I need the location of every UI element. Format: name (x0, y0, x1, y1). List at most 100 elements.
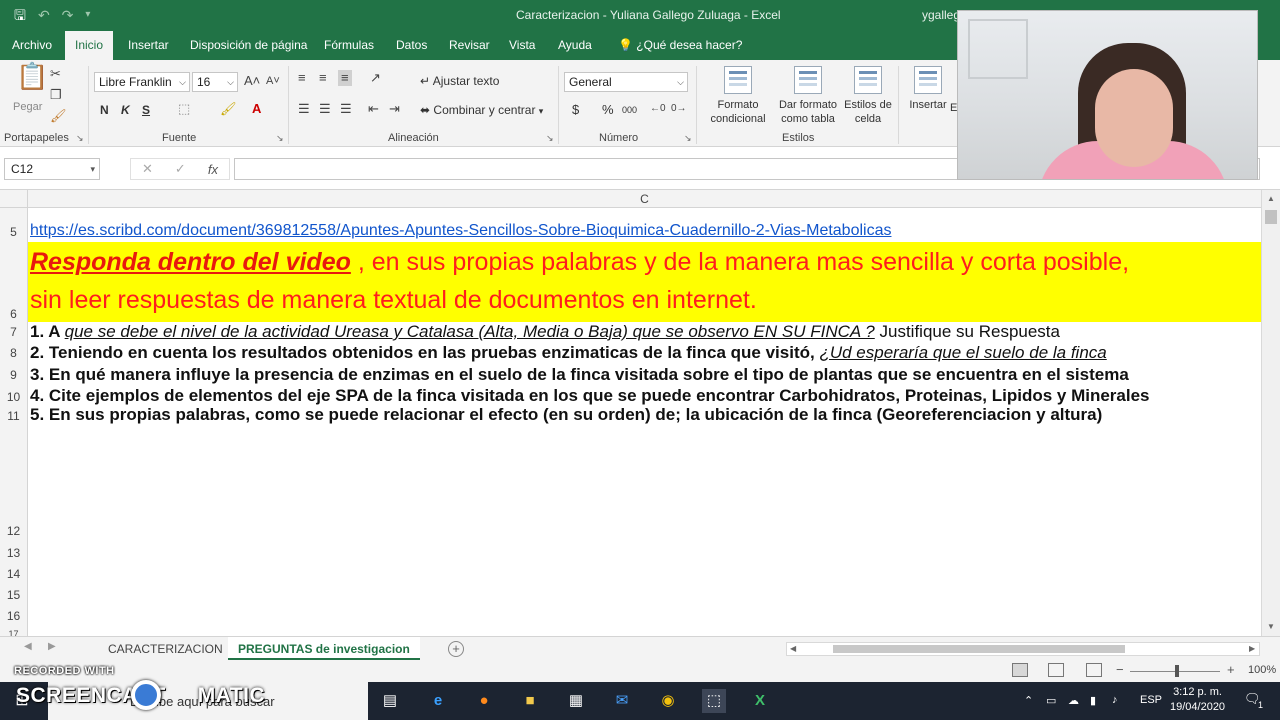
row-header[interactable]: 15 (0, 588, 27, 602)
page-layout-icon[interactable] (1048, 663, 1064, 677)
font-name-combo[interactable]: Libre Franklin ⌵ (94, 72, 190, 92)
taskbar-clock[interactable]: 3:12 p. m. 19/04/2020 (1170, 685, 1225, 715)
sheet-prev-icon[interactable]: ◀ (24, 641, 32, 652)
cut-icon[interactable]: ✂ (50, 66, 61, 82)
undo-icon[interactable]: ↶ (38, 6, 50, 24)
fill-color-icon[interactable]: 🖌 (220, 101, 237, 117)
chrome-icon[interactable]: ◉ (656, 689, 680, 713)
snipping-tool-icon[interactable]: ⬚ (702, 689, 726, 713)
question-2[interactable]: 2. Teniendo en cuenta los resultados obt… (30, 343, 1107, 363)
decrease-decimal-icon[interactable]: 0→ (671, 101, 687, 117)
thousands-button[interactable]: 000 (622, 102, 637, 118)
zoom-level[interactable]: 100% (1248, 664, 1276, 676)
zoom-in-icon[interactable]: + (1227, 662, 1235, 677)
row-header[interactable]: 11 (0, 409, 27, 423)
vertical-scrollbar[interactable]: ▲ ▼ (1261, 190, 1280, 636)
instruction-cell[interactable]: Responda dentro del video , en sus propi… (28, 242, 1261, 322)
increase-indent-icon[interactable]: ⇥ (389, 101, 400, 117)
page-break-icon[interactable] (1086, 663, 1102, 677)
format-as-table-button[interactable]: Dar formato como tabla (774, 66, 842, 126)
row-header[interactable]: 10 (0, 390, 27, 404)
horizontal-scroll-thumb[interactable] (833, 645, 1125, 653)
file-explorer-icon[interactable]: ■ (518, 689, 542, 713)
vertical-scroll-thumb[interactable] (1265, 210, 1277, 224)
row-header[interactable]: 13 (0, 546, 27, 560)
scroll-down-icon[interactable]: ▼ (1267, 622, 1275, 631)
clipboard-launcher-icon[interactable]: ↘ (76, 133, 84, 144)
increase-font-icon[interactable]: A˄ (244, 73, 260, 89)
merge-center-button[interactable]: ⬌ Combinar y centrar ▾ (420, 102, 543, 119)
row-header[interactable]: 8 (0, 346, 27, 360)
decrease-font-icon[interactable]: A˅ (266, 73, 280, 89)
tab-archivo[interactable]: Archivo (2, 31, 62, 60)
align-right-icon[interactable]: ☰ (340, 101, 352, 117)
underline-button[interactable]: S (142, 102, 150, 118)
store-icon[interactable]: ▦ (564, 689, 588, 713)
battery-icon[interactable]: ▮ (1090, 694, 1096, 707)
align-middle-icon[interactable]: ≡ (319, 70, 327, 86)
paste-icon[interactable]: 📋 (16, 63, 48, 89)
network-icon[interactable]: ▭ (1046, 694, 1056, 707)
zoom-out-icon[interactable]: − (1116, 662, 1124, 677)
question-5[interactable]: 5. En sus propias palabras, como se pued… (30, 405, 1102, 425)
row-header[interactable]: 6 (0, 307, 27, 321)
wrap-text-button[interactable]: ↵ Ajustar texto (420, 73, 499, 89)
scroll-left-icon[interactable]: ◀ (790, 643, 796, 655)
increase-decimal-icon[interactable]: ←0 (650, 101, 666, 117)
worksheet-cells[interactable]: https://es.scribd.com/document/369812558… (28, 208, 1261, 636)
scroll-right-icon[interactable]: ▶ (1249, 643, 1255, 655)
cancel-icon[interactable]: ✕ (142, 161, 153, 177)
cell-styles-button[interactable]: Estilos de celda (842, 66, 894, 126)
insert-cells-button[interactable]: Insertar (906, 66, 950, 112)
name-box[interactable]: C12 ▾ (4, 158, 100, 180)
copy-icon[interactable]: ❐ (50, 87, 62, 103)
tell-me-search[interactable]: 💡 ¿Qué desea hacer? (608, 31, 752, 60)
chevron-up-icon[interactable]: ⌃ (1024, 694, 1033, 707)
format-painter-icon[interactable]: 🖌 (50, 108, 67, 124)
scroll-up-icon[interactable]: ▲ (1267, 194, 1275, 203)
row-header[interactable]: 12 (0, 524, 27, 538)
align-left-icon[interactable]: ☰ (298, 101, 310, 117)
sheet-tab-preguntas[interactable]: PREGUNTAS de investigacion (228, 637, 420, 661)
question-1[interactable]: 1. A que se debe el nivel de la activida… (30, 322, 1060, 342)
italic-button[interactable]: K (121, 102, 130, 118)
row-header[interactable]: 5 (0, 225, 27, 239)
bold-button[interactable]: N (100, 102, 109, 118)
select-all-corner[interactable] (0, 190, 28, 208)
cloud-icon[interactable]: ☁ (1068, 694, 1079, 707)
question-3[interactable]: 3. En qué manera influye la presencia de… (30, 365, 1129, 385)
volume-icon[interactable]: ♪ (1112, 694, 1118, 706)
sheet-tab-caracterizacion[interactable]: CARACTERIZACION (98, 637, 233, 661)
currency-button[interactable]: $ (572, 102, 579, 118)
account-name[interactable]: ygalleg (922, 8, 960, 22)
task-view-icon[interactable]: ▤ (378, 689, 402, 713)
row-header[interactable]: 14 (0, 567, 27, 581)
align-bottom-icon[interactable]: ≡ (338, 70, 352, 86)
tab-vista[interactable]: Vista (499, 31, 545, 60)
tab-disposicion[interactable]: Disposición de página (180, 31, 317, 60)
tab-revisar[interactable]: Revisar (439, 31, 500, 60)
number-launcher-icon[interactable]: ↘ (684, 133, 692, 144)
paste-button[interactable]: Pegar (13, 99, 42, 115)
row-header[interactable]: 16 (0, 609, 27, 623)
insert-function-button[interactable]: fx (208, 162, 218, 177)
language-indicator[interactable]: ESP (1140, 694, 1162, 706)
add-sheet-icon[interactable]: + (448, 641, 464, 657)
font-size-combo[interactable]: 16 ⌵ (192, 72, 238, 92)
zoom-slider-thumb[interactable] (1175, 665, 1179, 677)
number-format-combo[interactable]: General ⌵ (564, 72, 688, 92)
align-center-icon[interactable]: ☰ (319, 101, 331, 117)
mail-icon[interactable]: ✉ (610, 689, 634, 713)
tab-formulas[interactable]: Fórmulas (314, 31, 384, 60)
column-header-c[interactable]: C (28, 190, 1261, 208)
font-color-icon[interactable]: A (252, 101, 261, 117)
orientation-icon[interactable]: ↗ (370, 70, 381, 86)
redo-icon[interactable]: ↷ (62, 6, 74, 24)
customize-qat-icon[interactable]: ▾ (85, 6, 90, 24)
excel-icon[interactable]: X (748, 689, 772, 713)
normal-view-icon[interactable] (1012, 663, 1028, 677)
align-top-icon[interactable]: ≡ (298, 70, 306, 86)
alignment-launcher-icon[interactable]: ↘ (546, 133, 554, 144)
row-header[interactable]: 9 (0, 368, 27, 382)
save-icon[interactable]: 🖫 (14, 6, 26, 24)
